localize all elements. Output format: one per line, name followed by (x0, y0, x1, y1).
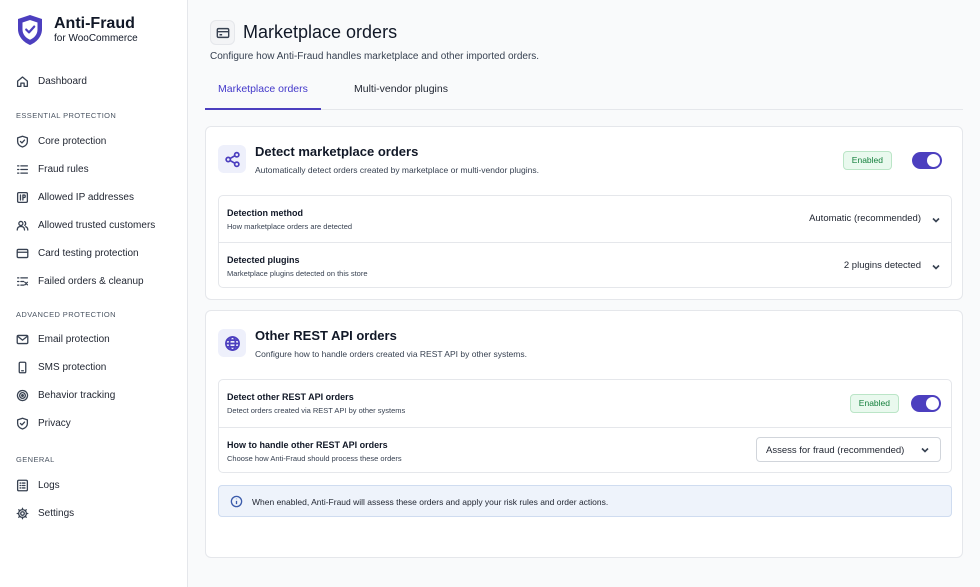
ip-address-icon (16, 191, 29, 203)
sidebar-item-core-protection[interactable]: Core protection (16, 131, 106, 151)
users-icon (16, 220, 29, 231)
sidebar-item-label: Allowed trusted customers (38, 219, 156, 231)
detect-marketplace-toggle[interactable] (912, 152, 942, 169)
card-description: Configure how to handle orders created v… (255, 349, 527, 359)
tab-bar: Marketplace orders Multi-vendor plugins (205, 70, 963, 110)
sidebar-item-label: Dashboard (38, 75, 87, 87)
rest-api-orders-card: Other REST API orders Configure how to h… (205, 310, 963, 558)
status-badge: Enabled (842, 151, 892, 170)
sidebar-item-label: Settings (38, 507, 75, 519)
rest-settings-list: Detect other REST API orders Detect orde… (218, 379, 952, 473)
sidebar-item-allowed-trusted-customers[interactable]: Allowed trusted customers (16, 215, 155, 235)
sidebar-item-behavior-tracking[interactable]: Behavior tracking (16, 385, 115, 405)
globe-icon (224, 335, 240, 351)
sidebar-item-label: Failed orders & cleanup (38, 275, 144, 287)
toggle-knob (926, 397, 939, 410)
share-icon (224, 151, 240, 167)
shield-logo-icon (18, 15, 42, 45)
sidebar-item-failed-orders-cleanup[interactable]: Failed orders & cleanup (16, 271, 144, 291)
sidebar-item-label: Privacy (38, 417, 71, 429)
chevron-down-icon (921, 447, 929, 453)
log-icon (16, 479, 29, 491)
detect-settings-list: Detection method How marketplace orders … (218, 195, 952, 288)
sidebar-item-label: Core protection (38, 135, 107, 147)
credit-card-icon (216, 27, 229, 38)
sidebar-item-label: Card testing protection (38, 247, 139, 259)
info-text: When enabled, Anti-Fraud will assess the… (252, 497, 609, 507)
sidebar-section-advanced: ADVANCED PROTECTION (16, 310, 116, 319)
sidebar-item-dashboard[interactable]: Dashboard (16, 71, 87, 91)
sidebar-item-label: SMS protection (38, 361, 107, 373)
gear-icon (16, 507, 29, 519)
row-label: Detect other REST API orders (227, 392, 354, 402)
sidebar-item-settings[interactable]: Settings (16, 503, 74, 523)
card-title: Other REST API orders (255, 328, 397, 343)
detection-method-row[interactable]: Detection method How marketplace orders … (219, 196, 951, 242)
row-label: Detection method (227, 208, 304, 218)
card-icon (218, 329, 246, 357)
tab-multi-vendor-plugins[interactable]: Multi-vendor plugins (341, 70, 461, 110)
credit-card-icon (16, 248, 29, 258)
detect-rest-api-toggle[interactable] (911, 395, 941, 412)
sidebar-item-allowed-ip-addresses[interactable]: Allowed IP addresses (16, 187, 134, 207)
main-content: Marketplace orders Configure how Anti-Fr… (188, 0, 980, 587)
mail-icon (16, 334, 29, 344)
sidebar-item-email-protection[interactable]: Email protection (16, 329, 110, 349)
shield-check-icon (16, 417, 29, 430)
row-description: How marketplace orders are detected (227, 222, 353, 231)
info-icon (230, 495, 243, 508)
sidebar-item-label: Allowed IP addresses (38, 191, 134, 203)
status-badge: Enabled (849, 394, 899, 413)
chevron-down-icon[interactable] (931, 215, 941, 225)
page-description: Configure how Anti-Fraud handles marketp… (210, 51, 540, 62)
handle-rest-api-select[interactable]: Assess for fraud (recommended) (756, 437, 941, 462)
row-description: Marketplace plugins detected on this sto… (227, 269, 368, 278)
chevron-down-icon[interactable] (931, 262, 941, 272)
detect-rest-api-row: Detect other REST API orders Detect orde… (219, 380, 951, 427)
sidebar-section-essential: ESSENTIAL PROTECTION (16, 111, 117, 120)
list-cleanup-icon (16, 276, 29, 286)
sidebar-item-label: Logs (38, 479, 60, 491)
detected-plugins-row[interactable]: Detected plugins Marketplace plugins det… (219, 242, 951, 288)
row-label: Detected plugins (227, 255, 300, 265)
brand[interactable]: Anti-Fraud for WooCommerce (16, 14, 138, 46)
list-icon (16, 164, 29, 174)
row-description: Choose how Anti-Fraud should process the… (227, 454, 402, 463)
row-label: How to handle other REST API orders (227, 440, 388, 450)
sidebar-item-label: Behavior tracking (38, 389, 116, 401)
card-title: Detect marketplace orders (255, 144, 419, 159)
page-title: Marketplace orders (243, 22, 398, 42)
shield-check-icon (16, 135, 29, 148)
sidebar-item-fraud-rules[interactable]: Fraud rules (16, 159, 89, 179)
home-icon (16, 75, 29, 87)
row-description: Detect orders created via REST API by ot… (227, 406, 406, 415)
detection-method-value: Automatic (recommended) (809, 213, 921, 224)
handle-rest-api-row: How to handle other REST API orders Choo… (219, 427, 951, 473)
sidebar: Anti-Fraud for WooCommerce Dashboard ESS… (0, 0, 188, 587)
card-description: Automatically detect orders created by m… (255, 165, 539, 175)
tab-marketplace-orders[interactable]: Marketplace orders (205, 70, 321, 110)
sidebar-item-privacy[interactable]: Privacy (16, 413, 71, 433)
info-notice: When enabled, Anti-Fraud will assess the… (218, 485, 952, 517)
phone-icon (18, 361, 27, 373)
detected-plugins-value: 2 plugins detected (843, 260, 921, 271)
sidebar-item-logs[interactable]: Logs (16, 475, 60, 495)
select-value: Assess for fraud (recommended) (766, 445, 905, 456)
sidebar-section-general: GENERAL (16, 455, 55, 464)
target-icon (16, 389, 29, 401)
card-icon (218, 145, 246, 173)
brand-name: Anti-Fraud (54, 15, 135, 32)
detect-marketplace-card: Detect marketplace orders Automatically … (205, 126, 963, 300)
sidebar-item-label: Email protection (38, 333, 110, 345)
sidebar-item-label: Fraud rules (38, 163, 89, 175)
toggle-knob (927, 154, 940, 167)
brand-subtitle: for WooCommerce (54, 33, 138, 44)
page-icon (210, 20, 235, 45)
sidebar-item-card-testing-protection[interactable]: Card testing protection (16, 243, 139, 263)
sidebar-item-sms-protection[interactable]: SMS protection (16, 357, 106, 377)
